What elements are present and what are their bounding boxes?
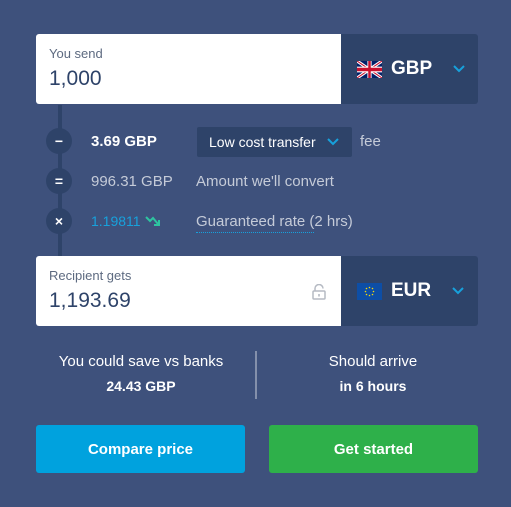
fee-amount: 3.69 GBP [91,133,157,150]
fee-type-select[interactable]: Low cost transfer [197,127,352,157]
arrival-title: Should arrive [328,353,418,370]
savings-info: You could save vs banks 24.43 GBP [36,353,246,394]
arrival-value: in 6 hours [339,378,407,394]
chevron-down-icon [452,287,464,295]
compare-price-button[interactable]: Compare price [36,425,245,473]
receive-currency-select[interactable]: EUR [341,256,478,326]
savings-title: You could save vs banks [58,353,224,370]
guaranteed-rate-link[interactable]: Guaranteed rate (2 hrs) [196,213,353,230]
convert-label: Amount we'll convert [196,173,334,190]
chevron-down-icon [326,138,339,146]
send-currency-select[interactable]: GBP [341,34,478,104]
send-amount-field[interactable]: You send [36,34,341,104]
send-amount-input[interactable] [49,67,328,91]
arrival-info: Should arrive in 6 hours [268,353,478,394]
receive-amount-label: Recipient gets [49,268,132,283]
rate-underline [196,232,314,233]
get-started-button[interactable]: Get started [269,425,478,473]
eu-flag-icon [357,282,382,300]
fee-type-label: Low cost transfer [209,134,316,150]
receive-amount-input[interactable] [49,289,328,313]
chevron-down-icon [453,65,465,73]
send-currency-code: GBP [391,58,433,79]
convert-amount: 996.31 GBP [91,173,173,190]
fee-suffix: fee [360,133,381,150]
savings-value: 24.43 GBP [106,378,176,394]
receive-amount-row: Recipient gets EUR [36,256,478,326]
minus-icon: − [46,128,72,154]
receive-amount-field[interactable]: Recipient gets [36,256,341,326]
trend-down-icon [145,216,160,226]
uk-flag-icon [357,60,382,78]
send-amount-row: You send GBP [36,34,478,104]
exchange-rate: 1.19811 [91,213,141,229]
equals-icon: = [46,168,72,194]
times-icon: × [46,208,72,234]
send-amount-label: You send [49,46,103,61]
unlock-icon[interactable] [311,284,327,300]
info-divider [255,351,257,399]
receive-currency-code: EUR [391,280,432,301]
